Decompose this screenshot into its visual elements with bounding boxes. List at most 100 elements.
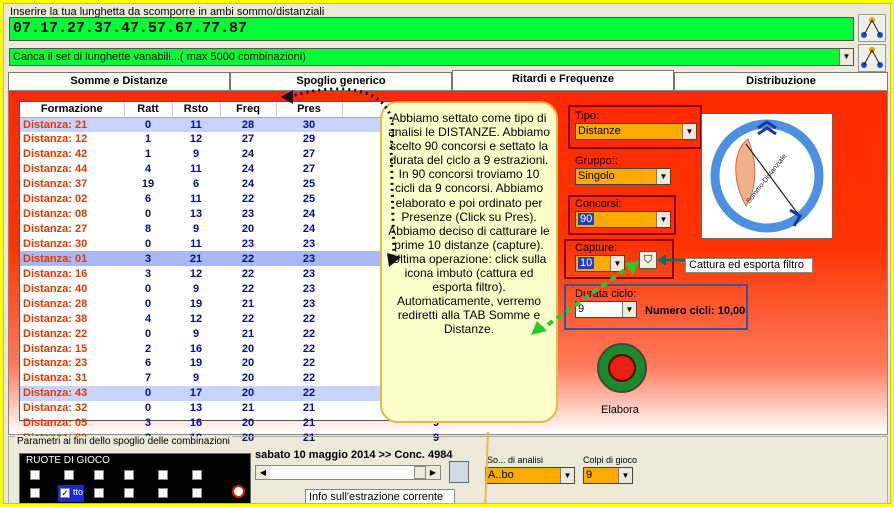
table-cell: 4 [144, 312, 152, 325]
table-cell: 27 [241, 133, 255, 146]
table-cell: 13 [189, 402, 203, 415]
table-cell: 21 [172, 251, 220, 267]
chevron-down-icon[interactable]: ▼ [560, 468, 574, 483]
table-cell: 11 [172, 117, 220, 132]
ruota-checkbox[interactable] [192, 488, 202, 498]
col-freq[interactable]: Freq [220, 102, 277, 118]
tab-ritardi-frequenze[interactable]: Ritardi e Frequenze [452, 70, 674, 90]
ruota-checkbox[interactable] [30, 470, 40, 480]
col-ratt[interactable]: Ratt [124, 102, 173, 118]
table-cell: 20 [241, 357, 255, 370]
table-cell: 6 [192, 178, 200, 191]
callout-tail [482, 431, 492, 503]
ruota-checkbox[interactable] [192, 470, 202, 480]
table-cell: 23 [241, 237, 255, 250]
tutte-label: tto [73, 487, 84, 497]
table-cell: 0 [124, 385, 172, 401]
chevron-down-icon[interactable]: ▼ [656, 169, 670, 184]
table-cell: 20 [241, 372, 255, 385]
table-cell: Distanza: 22 [23, 327, 88, 340]
table-cell: 20 [220, 385, 276, 401]
network-icon[interactable] [858, 14, 886, 42]
table-cell: 1 [144, 133, 152, 146]
tooltip-arrow [657, 254, 685, 266]
table-cell: 21 [302, 402, 316, 415]
ruota-checkbox[interactable] [30, 488, 40, 498]
elabora-label: Elabora [601, 404, 639, 416]
network-load-icon[interactable] [858, 44, 886, 72]
table-cell: 22 [241, 282, 255, 295]
table-cell: 17 [172, 385, 220, 401]
ruota-checkbox[interactable] [94, 488, 104, 498]
tab-distribuzione[interactable]: Distribuzione [674, 72, 888, 90]
ruota-checkbox[interactable] [158, 470, 168, 480]
scroll-left-icon[interactable]: ◀ [256, 466, 270, 479]
colpi-select[interactable]: 9 ▼ [583, 467, 633, 484]
ruota-checkbox[interactable] [158, 488, 168, 498]
estrazione-scrollbar[interactable]: ◀ ▶ [255, 465, 441, 480]
scroll-right-icon[interactable]: ▶ [426, 466, 440, 479]
elabora-button[interactable] [597, 343, 647, 393]
scroll-thumb[interactable] [414, 466, 426, 479]
table-cell: 3 [144, 417, 152, 430]
table-cell: 22 [220, 251, 276, 267]
parametri-title: Parametri ai fini dello spoglio delle co… [15, 436, 232, 447]
table-cell: Distanza: 16 [23, 267, 88, 280]
table-cell: 11 [190, 163, 202, 176]
table-cell: 24 [241, 163, 255, 176]
col-formazione[interactable]: Formazione [20, 102, 125, 118]
document-icon[interactable] [449, 461, 469, 483]
table-cell: 20 [241, 223, 255, 236]
estrazione-date: sabato 10 maggio 2014 >> Conc. 4984 [255, 449, 453, 461]
ruota-checkbox[interactable] [64, 470, 74, 480]
table-cell: 22 [302, 372, 316, 385]
col-rsto[interactable]: Rsto [172, 102, 221, 118]
colpi-label: Colpi di gioco [583, 455, 638, 465]
table-cell: 1 [144, 148, 152, 161]
concorsi-value: 90 [578, 213, 595, 225]
table-cell: 22 [276, 385, 342, 401]
table-cell: 3 [144, 267, 152, 280]
ruota-checkbox[interactable] [94, 470, 104, 480]
table-cell: 20 [241, 417, 255, 430]
table-cell: Distanza: 15 [23, 342, 88, 355]
table-cell: 22 [302, 357, 316, 370]
chevron-down-icon[interactable]: ▼ [839, 49, 853, 65]
table-cell: 0 [144, 297, 152, 310]
table-cell: 19 [141, 178, 155, 191]
table-cell: 19 [189, 297, 203, 310]
tab-somme-distanze[interactable]: Somme e Distanze [8, 72, 230, 90]
table-cell: 20 [241, 342, 255, 355]
table-cell: Distanza: 23 [23, 357, 88, 370]
app-window: Inserire la tua lunghetta da scomporre i… [3, 3, 891, 504]
table-cell: 11 [190, 193, 202, 206]
info-estrazione-tooltip: Info sull'estrazione corrente [305, 489, 455, 503]
table-cell: 23 [241, 208, 255, 221]
tutte-checkbox[interactable]: ✓ [60, 488, 70, 498]
table-cell: 9 [192, 372, 200, 385]
sorte-select[interactable]: A..bo ▼ [485, 467, 575, 484]
table-cell: 0 [144, 402, 152, 415]
tipo-select[interactable]: Distanze ▼ [575, 123, 697, 140]
chevron-down-icon[interactable]: ▼ [682, 124, 696, 139]
table-cell: 0 [144, 237, 152, 250]
table-cell: 12 [189, 312, 203, 325]
table-cell: 16 [189, 417, 203, 430]
table-cell: Distanza: 08 [23, 208, 88, 221]
ruota-checkbox[interactable] [124, 488, 134, 498]
table-cell: 22 [241, 267, 255, 280]
chevron-down-icon[interactable]: ▼ [656, 212, 670, 227]
table-cell: 3 [124, 251, 172, 267]
table-cell: 22 [241, 312, 255, 325]
lunghette-combo[interactable]: Canca il set di lunghette vanabili...( m… [9, 48, 854, 66]
gruppo-select[interactable]: Singolo ▼ [575, 168, 671, 185]
table-cell: Distanza: 05 [23, 417, 88, 430]
table-cell: 8 [144, 223, 152, 236]
concorsi-select[interactable]: 90 ▼ [575, 211, 671, 228]
lunghetta-input[interactable]: 07.17.27.37.47.57.67.77.87 [9, 17, 854, 41]
chevron-down-icon[interactable]: ▼ [618, 468, 632, 483]
reset-icon[interactable] [232, 485, 245, 498]
table-cell: 24 [241, 148, 255, 161]
ruota-checkbox[interactable] [124, 470, 134, 480]
table-cell: Distanza: 30 [23, 237, 88, 250]
